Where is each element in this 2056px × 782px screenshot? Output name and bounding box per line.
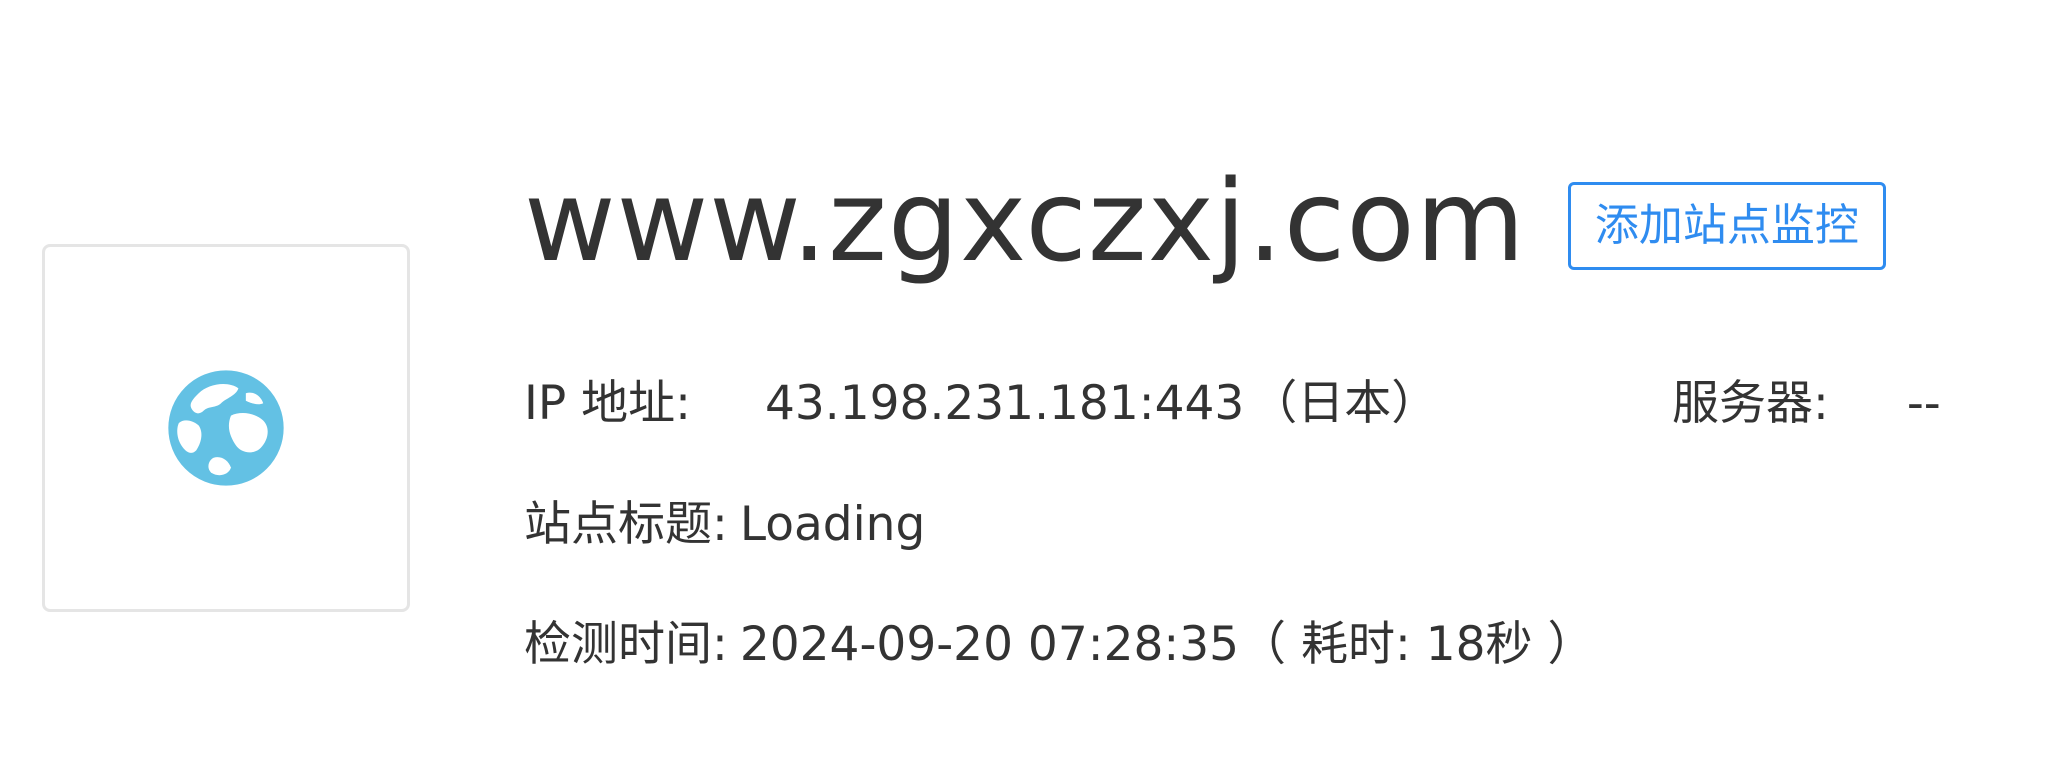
site-title-value: Loading [739, 497, 926, 552]
ip-address-value: 43.198.231.181:443 [764, 376, 1245, 431]
add-site-monitor-button[interactable]: 添加站点监控 [1567, 182, 1886, 270]
site-header: www.zgxczxj.com 添加站点监控 [524, 156, 1886, 288]
server-value: -- [1906, 376, 1941, 431]
site-thumbnail [42, 244, 410, 612]
check-time-row: 检测时间: 2024-09-20 07:28:35（ 耗时: 18秒 ） [524, 610, 1594, 680]
check-time-label: 检测时间: [524, 617, 728, 672]
server-row: 服务器: -- [1672, 369, 1941, 439]
globe-icon [164, 366, 288, 490]
ip-address-row: IP 地址: 43.198.231.181:443 （日本） [524, 369, 1438, 439]
check-time-value: 2024-09-20 07:28:35（ 耗时: 18秒 ） [739, 617, 1595, 672]
server-label: 服务器: [1672, 376, 1829, 431]
ip-address-label: IP 地址: [524, 376, 691, 431]
ip-region: （日本） [1250, 376, 1439, 431]
site-title-row: 站点标题: Loading [524, 490, 925, 560]
site-domain: www.zgxczxj.com [524, 157, 1526, 287]
site-title-label: 站点标题: [524, 497, 728, 552]
